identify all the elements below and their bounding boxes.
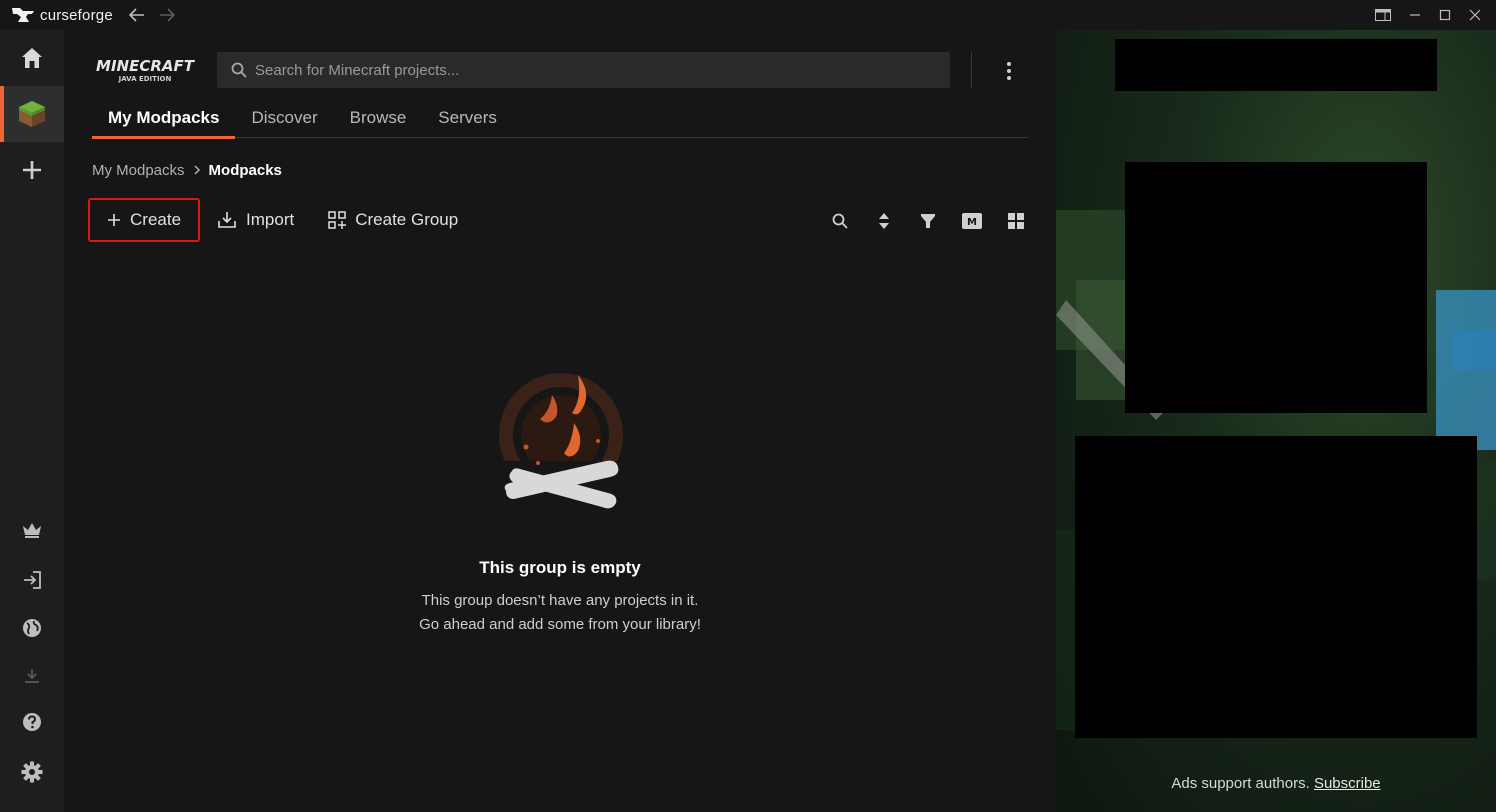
empty-state-description: This group doesn’t have any projects in … [421,592,699,609]
search-icon [231,62,247,78]
more-options-button[interactable] [994,56,1024,86]
search-icon [832,213,848,229]
sidebar-item-home[interactable] [0,30,64,86]
plus-icon [108,214,120,226]
breadcrumb: My Modpacks Modpacks [92,160,282,180]
ad-panel: Ads support authors. Subscribe [1056,30,1496,812]
filter-button[interactable] [906,206,950,236]
crown-icon [23,523,41,538]
ad-support-text: Ads support authors. [1171,775,1310,792]
sidebar-item-minecraft[interactable] [0,86,64,142]
import-button-label: Import [246,210,295,229]
gear-icon [21,761,43,783]
import-button[interactable]: Import [200,198,311,242]
grid-view-button[interactable] [994,206,1038,236]
create-group-button[interactable]: Create Group [311,198,475,242]
grid-icon [1008,213,1024,229]
home-icon [22,48,42,68]
breadcrumb-current: Modpacks [208,161,282,179]
plus-icon [23,161,41,179]
kebab-menu-icon [1007,62,1011,80]
empty-state-title: This group is empty [479,558,641,577]
create-button[interactable]: Create [88,198,201,242]
sort-button[interactable] [862,206,906,236]
sidebar-item-premium[interactable] [0,502,64,558]
sidebar-item-add-game[interactable] [0,142,64,198]
view-tools: M [818,206,1038,236]
java-edition-text: JAVA EDITION [118,75,172,83]
sidebar-item-help[interactable] [0,694,64,750]
curseforge-logo-icon [12,8,34,22]
minecraft-logo-text: MINECRAFT [96,57,196,75]
grass-block-icon [19,101,45,127]
ad-support-note: Ads support authors. Subscribe [1056,775,1496,792]
subscribe-link[interactable]: Subscribe [1314,775,1381,792]
create-group-button-label: Create Group [355,210,459,229]
tab-servers[interactable]: Servers [422,98,513,138]
help-icon [23,713,41,731]
close-icon[interactable] [1460,0,1490,30]
sidebar-item-settings[interactable] [0,744,64,800]
create-group-icon [328,211,347,229]
app-brand: curseforge [12,0,113,30]
left-sidebar [0,30,64,812]
view-mode-badge-label: M [967,217,977,228]
login-icon [24,571,41,589]
maximize-icon[interactable] [1430,0,1460,30]
main-tabs: My Modpacks Discover Browse Servers [92,98,1028,139]
globe-icon [23,619,41,637]
tab-discover[interactable]: Discover [235,98,333,138]
empty-state-hint: Go ahead and add some from your library! [419,616,701,633]
main-content: MINECRAFT JAVA EDITION My Modpacks Disco… [64,30,1056,812]
app-title: curseforge [40,6,113,24]
ad-banner-top[interactable] [1115,39,1437,91]
back-arrow-icon[interactable] [125,3,149,27]
search-input[interactable] [255,61,935,79]
title-bar: curseforge [0,0,1496,30]
tab-browse[interactable]: Browse [334,98,423,138]
header-divider [971,52,972,88]
search-bar[interactable] [217,52,950,88]
filter-icon [921,214,935,228]
download-icon [25,669,39,683]
view-mode-badge[interactable]: M [950,206,994,236]
ad-box-middle[interactable] [1125,162,1427,413]
ad-box-bottom[interactable] [1075,436,1477,738]
layout-icon[interactable] [1368,0,1398,30]
action-bar: Create Import Create Group [88,198,475,242]
minimize-icon[interactable] [1400,0,1430,30]
sort-icon [879,213,889,229]
breadcrumb-parent[interactable]: My Modpacks [92,162,185,179]
window-controls [1368,0,1496,30]
search-projects-button[interactable] [818,206,862,236]
forward-arrow-icon[interactable] [155,3,179,27]
create-button-label: Create [130,210,182,229]
chevron-right-icon [193,165,201,175]
import-icon [218,212,236,228]
tab-my-modpacks[interactable]: My Modpacks [92,98,236,139]
minecraft-logo: MINECRAFT JAVA EDITION [92,56,198,86]
campfire-icon [498,373,626,521]
